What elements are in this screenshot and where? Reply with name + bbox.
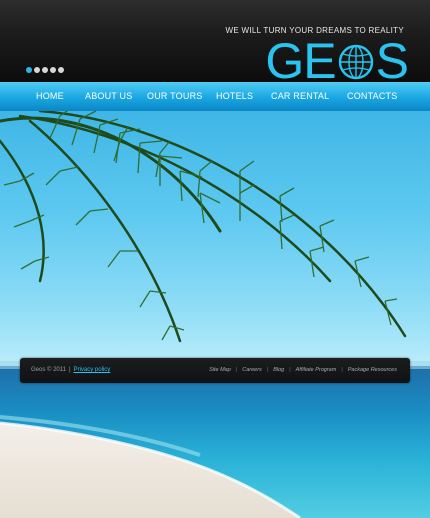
nav-about-us[interactable]: ABOUT US bbox=[85, 82, 132, 111]
footer-separator: | bbox=[235, 367, 238, 373]
nav-our-tours[interactable]: OUR TOURS bbox=[147, 82, 202, 111]
copyright-text: Geos © 2011 bbox=[31, 367, 66, 373]
footer-link-blog[interactable]: Blog bbox=[273, 358, 284, 383]
copyright: Geos © 2011 | Privacy policy bbox=[31, 358, 110, 383]
footer-links: Site Map | Careers | Blog | Affiliate Pr… bbox=[209, 358, 397, 383]
beach-illustration bbox=[0, 111, 430, 518]
footer-link-careers[interactable]: Careers bbox=[242, 358, 262, 383]
slider-dot-2[interactable] bbox=[34, 67, 40, 73]
slider-dot-3[interactable] bbox=[42, 67, 48, 73]
slider-dot-4[interactable] bbox=[50, 67, 56, 73]
privacy-policy-link[interactable]: Privacy policy bbox=[74, 367, 111, 373]
slider-pagination bbox=[26, 67, 64, 73]
nav-home[interactable]: HOME bbox=[36, 82, 64, 111]
footer-separator: | bbox=[266, 367, 269, 373]
logo-text-right: S bbox=[375, 33, 409, 89]
header: WE WILL TURN YOUR DREAMS TO REALITY GE S bbox=[0, 0, 430, 86]
copyright-separator: | bbox=[69, 367, 71, 373]
slider-dot-1[interactable] bbox=[26, 67, 32, 73]
nav-hotels[interactable]: HOTELS bbox=[216, 82, 253, 111]
hero-beach-image: Geos © 2011 | Privacy policy Site Map | Ca… bbox=[0, 111, 430, 518]
footer-link-package-resources[interactable]: Package Resources bbox=[348, 358, 397, 383]
main-nav: HOME ABOUT US OUR TOURS HOTELS CAR RENTA… bbox=[0, 82, 430, 112]
nav-contacts[interactable]: CONTACTS bbox=[347, 82, 397, 111]
logo[interactable]: GE S bbox=[265, 33, 409, 89]
logo-text-left: GE bbox=[265, 33, 336, 89]
slider-dot-5[interactable] bbox=[58, 67, 64, 73]
footer-link-site-map[interactable]: Site Map bbox=[209, 358, 231, 383]
globe-icon bbox=[338, 44, 374, 80]
footer-separator: | bbox=[289, 367, 291, 373]
footer-link-affiliate-program[interactable]: Affiliate Program bbox=[296, 358, 337, 383]
nav-car-rental[interactable]: CAR RENTAL bbox=[271, 82, 329, 111]
footer-bar: Geos © 2011 | Privacy policy Site Map | Ca… bbox=[20, 358, 410, 383]
footer-separator: | bbox=[341, 367, 343, 373]
